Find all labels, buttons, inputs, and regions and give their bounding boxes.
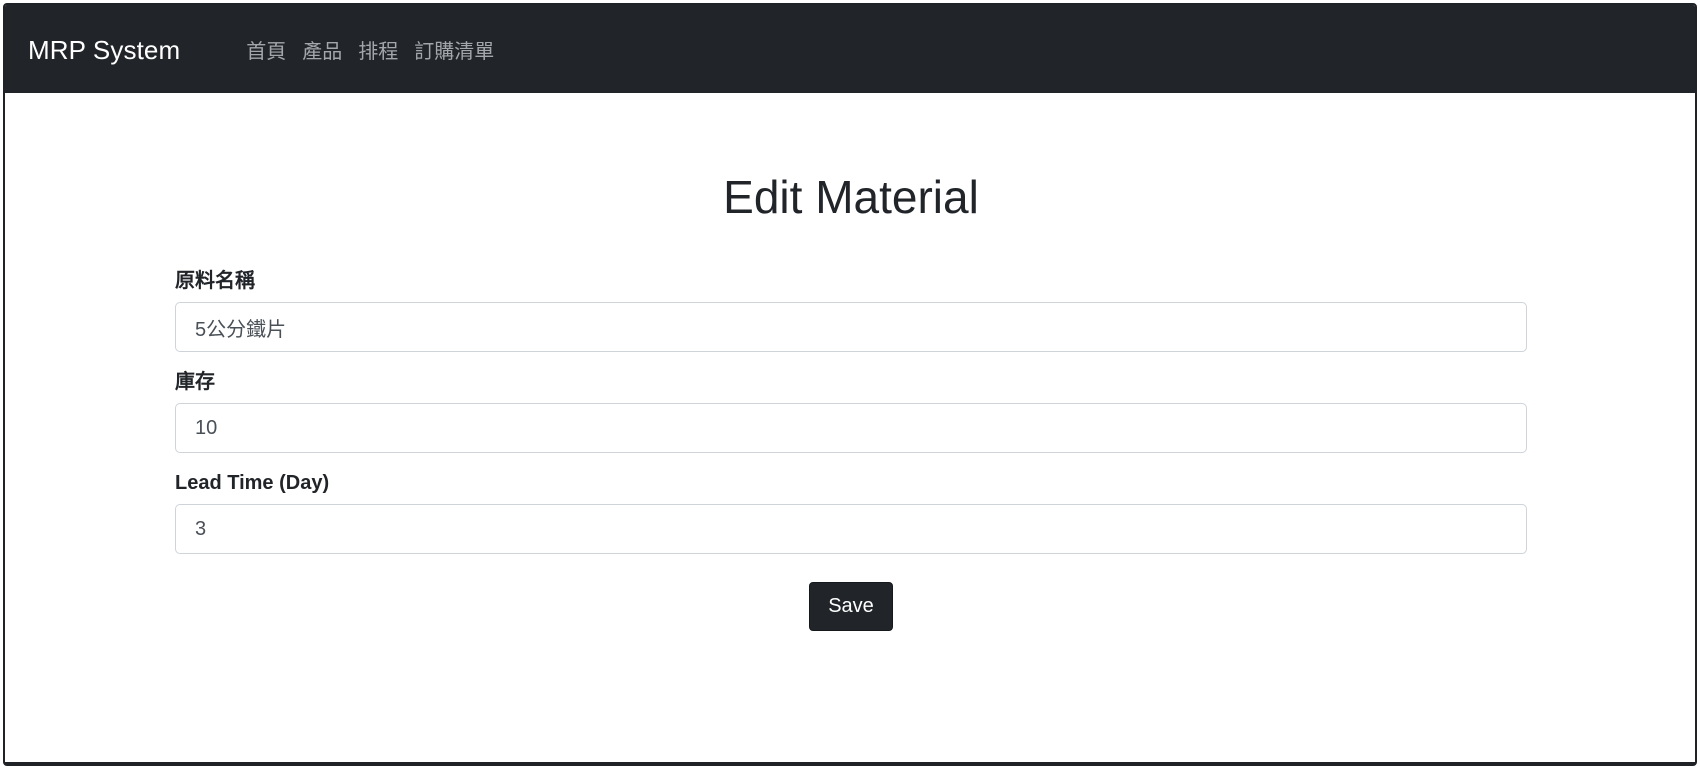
navbar: MRP System 首頁 產品 排程 訂購清單 [5, 5, 1695, 93]
stock-label: 庫存 [175, 371, 215, 393]
nav-link-products[interactable]: 產品 [302, 35, 342, 64]
browser-frame: MRP System 首頁 產品 排程 訂購清單 Edit Material 原… [3, 3, 1697, 766]
form-actions: Save [175, 582, 1527, 631]
material-name-label: 原料名稱 [175, 270, 255, 292]
lead-time-label: Lead Time (Day) [175, 472, 330, 494]
nav-links: 首頁 產品 排程 訂購清單 [246, 35, 494, 64]
brand-link[interactable]: MRP System [28, 35, 180, 66]
nav-link-schedule[interactable]: 排程 [358, 35, 398, 64]
save-button[interactable]: Save [809, 582, 893, 631]
lead-time-group: Lead Time (Day) [175, 471, 1527, 554]
nav-link-home[interactable]: 首頁 [246, 35, 286, 64]
lead-time-input[interactable] [175, 504, 1527, 554]
nav-link-order-list[interactable]: 訂購清單 [414, 35, 494, 64]
material-name-group: 原料名稱 [175, 269, 1527, 352]
main-content: Edit Material 原料名稱 庫存 Lead Time (Day) Sa… [175, 165, 1527, 631]
material-name-input[interactable] [175, 302, 1527, 352]
stock-input[interactable] [175, 403, 1527, 453]
stock-group: 庫存 [175, 370, 1527, 453]
edit-material-form: 原料名稱 庫存 Lead Time (Day) Save [175, 269, 1527, 631]
page-title: Edit Material [723, 171, 979, 223]
